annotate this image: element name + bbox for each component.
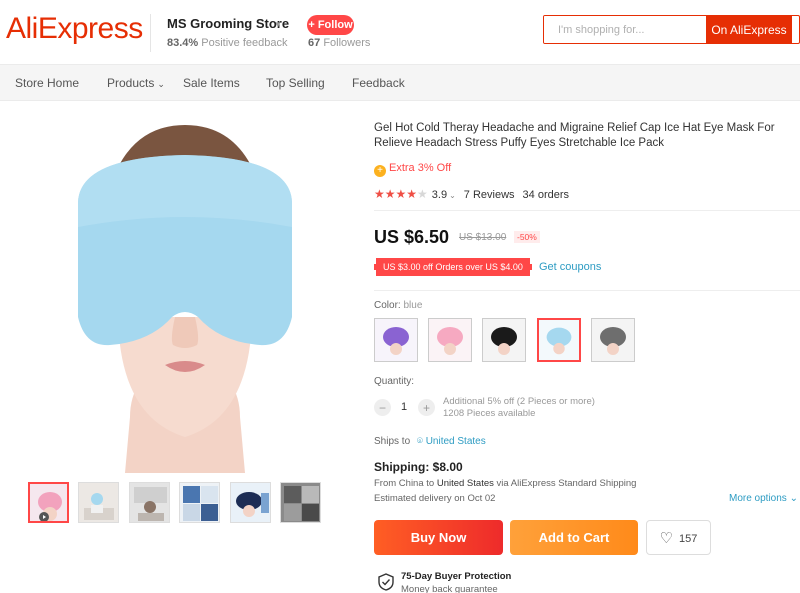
- rating-value[interactable]: 3.9: [432, 189, 447, 201]
- chevron-down-icon: ⌄: [789, 493, 798, 504]
- ships-to-label: Ships to: [374, 436, 411, 447]
- chevron-down-icon[interactable]: ⌄: [449, 191, 456, 200]
- search-button[interactable]: On AliExpress: [706, 16, 792, 43]
- color-value: blue: [403, 300, 423, 311]
- original-price: US $13.00: [459, 232, 507, 243]
- nav-store-home[interactable]: Store Home: [15, 76, 79, 90]
- quantity-label: Quantity:: [374, 376, 415, 387]
- ship-via: via AliExpress Standard Shipping: [496, 478, 637, 489]
- quantity-increase-button[interactable]: +: [418, 399, 435, 416]
- store-nav: Store Home Products ⌄ Sale Items Top Sell…: [0, 64, 800, 101]
- pieces-available: 1208 Pieces available: [443, 408, 536, 419]
- orders-count: 34 orders: [522, 189, 570, 201]
- nav-sale-items[interactable]: Sale Items: [183, 76, 240, 90]
- rating-row: ★★★★★ 3.9 ⌄ 7 Reviews 34 orders: [374, 187, 569, 201]
- product-main-image[interactable]: [70, 117, 300, 473]
- color-swatch-purple[interactable]: [374, 318, 418, 362]
- product-title: Gel Hot Cold Theray Headache and Migrain…: [374, 122, 775, 149]
- followers-label: Followers: [323, 37, 371, 49]
- store-feedback: 83.4% Positive feedback: [167, 37, 287, 49]
- search-input[interactable]: [544, 16, 706, 43]
- thumbnail-6[interactable]: [280, 482, 321, 523]
- thumbnail-4[interactable]: [179, 482, 220, 523]
- nav-products[interactable]: Products ⌄: [107, 76, 165, 90]
- search-bar: On AliExpress: [543, 15, 800, 44]
- nav-products-label: Products: [107, 76, 155, 90]
- coin-icon: +: [374, 165, 386, 177]
- buyer-protection-title: 75-Day Buyer Protection: [401, 571, 512, 582]
- followers-count: 67 Followers: [308, 37, 370, 49]
- thumbnail-5[interactable]: [230, 482, 271, 523]
- wishlist-count: 157: [679, 532, 698, 545]
- quantity-decrease-button[interactable]: −: [374, 399, 391, 416]
- header-divider: [150, 14, 151, 52]
- color-swatch-black[interactable]: [482, 318, 526, 362]
- follow-button[interactable]: + Follow: [307, 15, 354, 35]
- ship-to-country: United States: [436, 478, 494, 489]
- color-swatch-pink[interactable]: [428, 318, 472, 362]
- estimated-delivery: Estimated delivery on Oct 02: [374, 493, 496, 504]
- ship-from: From China to: [374, 478, 435, 489]
- extra-off-label: Extra 3% Off: [389, 162, 452, 174]
- quantity-value[interactable]: 1: [401, 401, 407, 413]
- shield-check-icon: [378, 573, 394, 591]
- ships-to-location[interactable]: ⌾ United States: [417, 436, 486, 447]
- heart-icon: ♡: [659, 529, 674, 547]
- nav-top-selling[interactable]: Top Selling: [266, 76, 325, 90]
- current-price: US $6.50: [374, 227, 450, 247]
- color-label: Color: blue: [374, 300, 422, 311]
- star-rating-icon: ★★★★★: [374, 187, 428, 201]
- feedback-percent: 83.4%: [167, 37, 199, 49]
- coupon-badge[interactable]: US $3.00 off Orders over US $4.00: [374, 258, 532, 276]
- feedback-label: Positive feedback: [201, 37, 288, 49]
- divider: [374, 210, 800, 211]
- thumbnail-2[interactable]: [78, 482, 119, 523]
- add-to-cart-button[interactable]: Add to Cart: [510, 520, 638, 555]
- color-label-text: Color:: [374, 300, 401, 311]
- divider: [374, 290, 800, 291]
- followers-number: 67: [308, 37, 321, 49]
- store-header: AliExpress MS Grooming Store ▼ 83.4% Pos…: [0, 0, 800, 64]
- additional-off: Additional 5% off (2 Pieces or more): [443, 396, 595, 407]
- caret-down-icon[interactable]: ▼: [274, 20, 282, 29]
- nav-feedback[interactable]: Feedback: [352, 76, 405, 90]
- shipping-cost: Shipping: $8.00: [374, 460, 463, 474]
- color-swatch-blue[interactable]: [537, 318, 581, 362]
- ships-to: Ships to ⌾ United States: [374, 436, 486, 447]
- store-name[interactable]: MS Grooming Store: [167, 16, 289, 31]
- more-options-link[interactable]: More options ⌄: [729, 493, 798, 504]
- aliexpress-logo[interactable]: AliExpress: [6, 12, 143, 46]
- buy-now-button[interactable]: Buy Now: [374, 520, 503, 555]
- location-pin-icon: ⌾: [416, 436, 423, 447]
- ships-to-country: United States: [425, 436, 486, 447]
- discount-badge: -50%: [514, 231, 540, 243]
- extra-off-promo[interactable]: + Extra 3% Off: [374, 162, 451, 177]
- chevron-down-icon: ⌄: [157, 79, 165, 89]
- more-options-label: More options: [729, 493, 787, 504]
- wishlist-button[interactable]: ♡ 157: [646, 520, 711, 555]
- color-swatch-gray[interactable]: [591, 318, 635, 362]
- get-coupons-link[interactable]: Get coupons: [539, 261, 601, 273]
- reviews-link[interactable]: 7 Reviews: [464, 189, 515, 201]
- quantity-note: Additional 5% off (2 Pieces or more) 120…: [443, 396, 595, 420]
- shipping-detail: From China to United States via AliExpre…: [374, 478, 636, 489]
- thumbnail-3[interactable]: [129, 482, 170, 523]
- thumbnail-1[interactable]: [28, 482, 69, 523]
- buyer-protection-subtitle: Money back guarantee: [401, 584, 498, 593]
